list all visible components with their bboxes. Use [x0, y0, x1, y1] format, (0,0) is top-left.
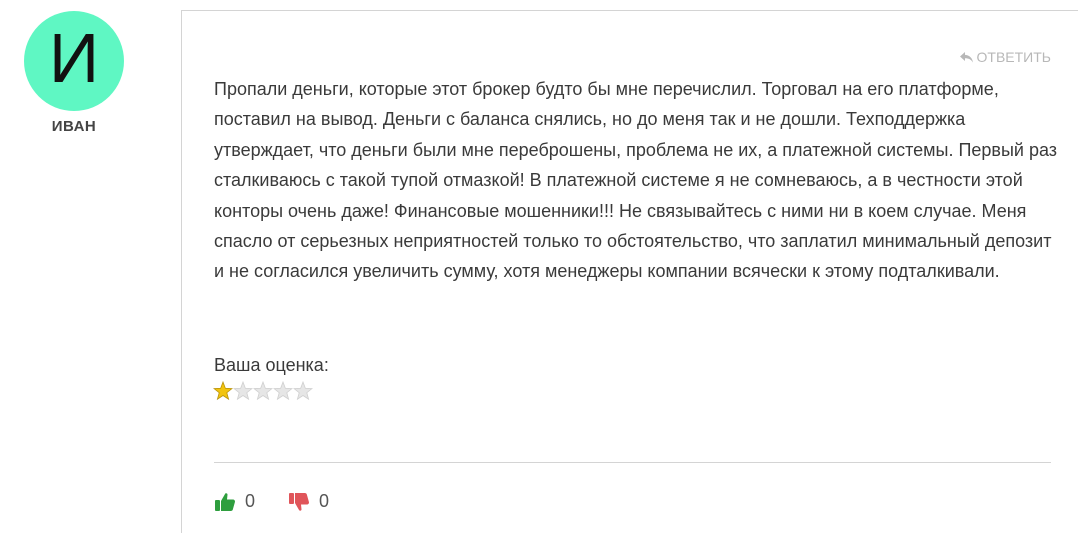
dislike-button[interactable]: 0: [288, 491, 329, 512]
vote-bar: 0 0: [214, 491, 329, 512]
comment-card: ОТВЕТИТЬ Пропали деньги, которые этот бр…: [181, 10, 1078, 533]
divider: [214, 462, 1051, 463]
star-empty-icon[interactable]: [273, 381, 293, 401]
like-count: 0: [245, 491, 256, 511]
reply-arrow-icon: [959, 51, 973, 62]
author-name: ИВАН: [51, 118, 97, 135]
comment-text: Пропали деньги, которые этот брокер будт…: [214, 79, 1058, 282]
rating-stars[interactable]: [213, 381, 313, 401]
thumbs-down-icon: [289, 492, 310, 511]
avatar: И: [24, 11, 124, 111]
reply-button[interactable]: ОТВЕТИТЬ: [959, 49, 1051, 65]
author-column: И ИВАН: [0, 0, 150, 533]
avatar-initial: И: [48, 19, 100, 97]
dislike-count: 0: [319, 491, 330, 511]
star-filled-icon[interactable]: [213, 381, 233, 401]
reply-label: ОТВЕТИТЬ: [976, 49, 1051, 65]
thumbs-up-icon: [215, 492, 235, 511]
star-empty-icon[interactable]: [293, 381, 313, 401]
like-button[interactable]: 0: [214, 491, 255, 512]
comment-block: И ИВАН ОТВЕТИТЬ Пропали деньги, которые …: [0, 0, 1078, 533]
star-empty-icon[interactable]: [253, 381, 273, 401]
star-empty-icon[interactable]: [233, 381, 253, 401]
rating-label: Ваша оценка:: [214, 355, 329, 375]
